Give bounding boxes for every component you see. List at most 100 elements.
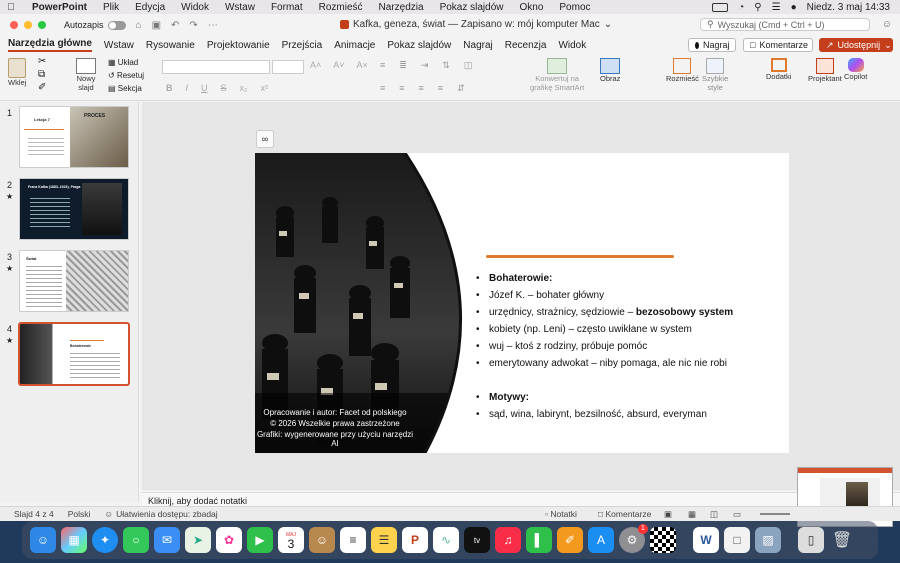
quick-styles-button[interactable]: Szybkie style (702, 58, 728, 92)
designer-hint-icon[interactable]: ∞ (256, 130, 274, 148)
maps-icon[interactable]: ➤ (185, 527, 211, 553)
battery-icon[interactable] (712, 2, 729, 12)
strikethrough-icon[interactable]: S (221, 83, 227, 93)
undo-icon[interactable]: ↶ (171, 20, 179, 31)
menu-arrange[interactable]: Rozmieść (319, 2, 363, 13)
tab-review[interactable]: Recenzja (505, 40, 547, 51)
calendar-icon[interactable]: MAJ 3 (278, 527, 304, 553)
current-slide[interactable]: Opracowanie i autor: Facet od polskiego … (255, 153, 789, 453)
redo-icon[interactable]: ↷ (189, 20, 197, 31)
launchpad-icon[interactable]: ▦ (61, 527, 87, 553)
font-family-select[interactable] (162, 60, 270, 74)
slide-preview[interactable]: Lekcja 7 PROCES (19, 106, 129, 168)
tab-animations[interactable]: Animacje (334, 40, 375, 51)
bullets-icon[interactable]: ≡ (380, 60, 385, 71)
record-button[interactable]: Nagraj (688, 38, 736, 52)
menu-format[interactable]: Format (271, 2, 303, 13)
menu-app-name[interactable]: PowerPoint (32, 2, 87, 13)
italic-icon[interactable]: I (186, 83, 189, 93)
language-status[interactable]: Polski (68, 509, 91, 519)
subscript-icon[interactable]: x₂ (240, 83, 248, 93)
addins-button[interactable]: Dodatki (766, 58, 791, 81)
columns-icon[interactable]: ◫ (464, 60, 473, 71)
home-icon[interactable]: ⌂ (136, 20, 142, 31)
chess-icon[interactable] (650, 527, 676, 553)
menubar-datetime[interactable]: Niedz. 3 maj 14:33 (807, 2, 890, 13)
freeform-icon[interactable]: ∿ (433, 527, 459, 553)
safari-icon[interactable]: ✦ (92, 527, 118, 553)
reading-view-icon[interactable]: ◫ (710, 509, 718, 520)
align-right-icon[interactable]: ≡ (419, 83, 424, 94)
tab-transitions[interactable]: Przejścia (282, 40, 323, 51)
close-window-button[interactable] (10, 21, 18, 29)
slide-editor[interactable]: ∞ Opracowanie i autor: Facet od polskieg… (142, 102, 900, 490)
menu-help[interactable]: Pomoc (559, 2, 590, 13)
slide-preview-selected[interactable]: Bohaterowie (18, 322, 130, 386)
system-settings-icon[interactable]: ⚙ 1 (619, 524, 648, 553)
numbers-icon[interactable]: ▌ (526, 527, 552, 553)
designer-button[interactable]: Projektant (808, 58, 842, 83)
tab-view[interactable]: Widok (558, 40, 586, 51)
search-icon[interactable]: ⚲ (754, 2, 761, 13)
powerpoint-icon[interactable]: P (402, 527, 428, 553)
align-left-icon[interactable]: ≡ (380, 83, 385, 94)
trash-icon[interactable]: 🗑 (829, 527, 855, 553)
numbering-icon[interactable]: ≣ (399, 60, 407, 71)
menu-view[interactable]: Widok (181, 2, 209, 13)
downloads-stack-icon[interactable]: ▯ (798, 527, 824, 553)
slide-thumbnails-panel[interactable]: 1 Lekcja 7 PROCES 2 ★ Franz Kafka (1883–… (0, 102, 139, 502)
tab-record[interactable]: Nagraj (463, 40, 492, 51)
comments-button[interactable]: □ Komentarze (743, 38, 813, 52)
format-painter-icon[interactable]: ✐ (38, 82, 46, 93)
zoom-window-button[interactable] (38, 21, 46, 29)
indent-icon[interactable]: ⇥ (421, 60, 429, 71)
document-icon[interactable]: □ (724, 527, 750, 553)
font-size-select[interactable] (272, 60, 304, 74)
autosave-toggle[interactable] (107, 20, 126, 30)
normal-view-icon[interactable]: ▣ (664, 509, 672, 520)
menu-edit[interactable]: Edycja (135, 2, 165, 13)
menu-insert[interactable]: Wstaw (225, 2, 255, 13)
siri-icon[interactable]: ● (791, 2, 797, 13)
paste-button[interactable]: Wklej (8, 58, 26, 87)
reminders-icon[interactable]: ≡ (340, 527, 366, 553)
contacts-icon[interactable]: ☺ (309, 527, 335, 553)
finder-icon[interactable]: ☺ (30, 527, 56, 553)
menu-slideshow[interactable]: Pokaz slajdów (440, 2, 504, 13)
line-spacing-icon[interactable]: ⇅ (442, 60, 450, 71)
tab-insert[interactable]: Wstaw (104, 40, 134, 51)
copy-icon[interactable]: ⧉ (38, 69, 45, 80)
underline-icon[interactable]: U (201, 83, 208, 93)
facetime-icon[interactable]: ▶ (247, 527, 273, 553)
wifi-icon[interactable]: ◔ (738, 2, 744, 13)
arrange-button[interactable]: Rozmieść (666, 58, 699, 83)
slideshow-view-icon[interactable]: ▭ (733, 509, 741, 520)
justify-icon[interactable]: ≡ (438, 83, 443, 94)
minimize-window-button[interactable] (24, 21, 32, 29)
superscript-icon[interactable]: x² (261, 83, 269, 93)
mail-icon[interactable]: ✉ (154, 527, 180, 553)
apple-icon[interactable]:  (0, 2, 22, 13)
convert-smartart-button[interactable]: Konwertuj na grafikę SmartArt (530, 58, 584, 92)
notes-icon[interactable]: ☰ (371, 527, 397, 553)
align-center-icon[interactable]: ≡ (399, 83, 404, 94)
share-people-icon[interactable]: ☺ (882, 19, 892, 30)
menu-file[interactable]: Plik (103, 2, 119, 13)
new-slide-button[interactable]: Nowy slajd (76, 58, 96, 92)
control-center-icon[interactable]: ☰ (772, 2, 781, 13)
accessibility-status[interactable]: Ułatwienia dostępu: zbadaj (116, 509, 218, 519)
reset-button[interactable]: ↺ Resetuj (108, 69, 144, 82)
tab-slideshow[interactable]: Pokaz slajdów (387, 40, 451, 51)
picture-button[interactable]: Obraz (600, 58, 620, 83)
pages-icon[interactable]: ✐ (557, 527, 583, 553)
tab-draw[interactable]: Rysowanie (146, 40, 195, 51)
messages-icon[interactable]: ○ (123, 527, 149, 553)
photos-icon[interactable]: ✿ (216, 527, 242, 553)
cut-icon[interactable]: ✂ (38, 56, 46, 67)
shrink-font-icon[interactable]: A˅ (333, 60, 344, 70)
search-input[interactable]: ⚲ Wyszukaj (Cmd + Ctrl + U) (700, 18, 870, 31)
more-icon[interactable]: ⋯ (208, 20, 218, 31)
tab-home[interactable]: Narzędzia główne (8, 38, 92, 52)
word-icon[interactable]: W (693, 527, 719, 553)
document-title[interactable]: Kafka, geneza, świat — Zapisano w: mój k… (353, 19, 600, 30)
